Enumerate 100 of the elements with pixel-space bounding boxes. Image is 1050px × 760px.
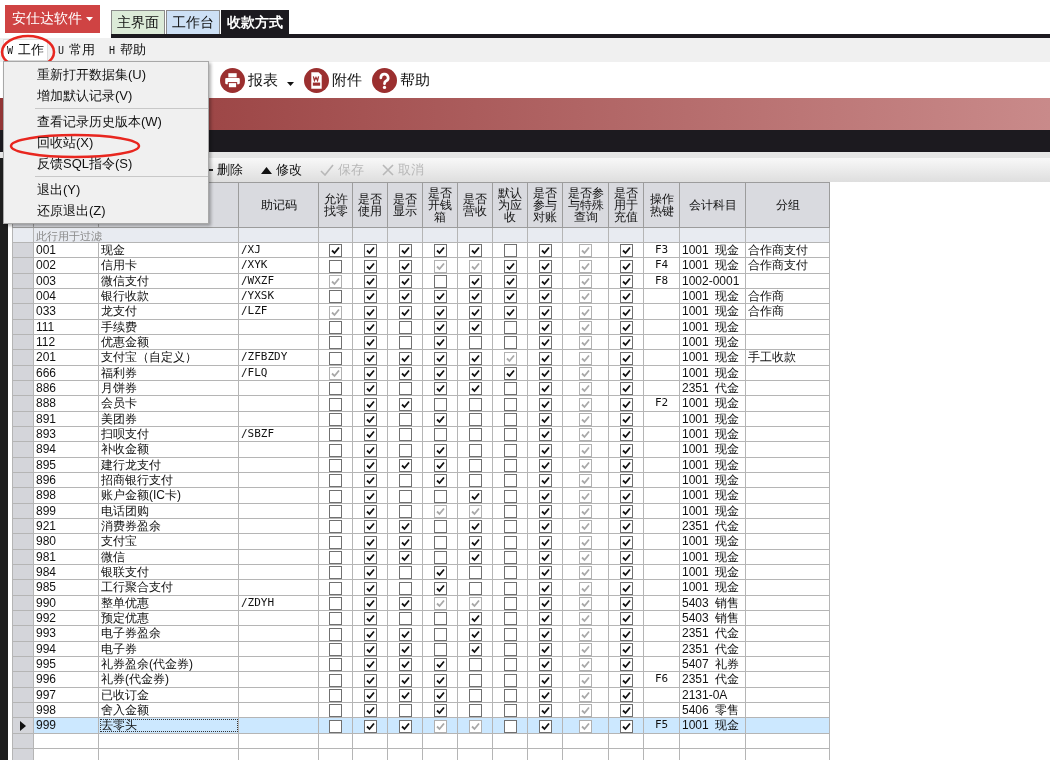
- checkbox[interactable]: [329, 642, 342, 656]
- checkbox[interactable]: [329, 535, 342, 549]
- checkbox[interactable]: [398, 612, 412, 625]
- checkbox[interactable]: [538, 489, 552, 503]
- checkbox[interactable]: [398, 566, 412, 579]
- checkbox[interactable]: [433, 397, 447, 411]
- menu-item[interactable]: 回收站(X): [4, 132, 208, 153]
- checkbox[interactable]: [433, 504, 447, 518]
- checkbox[interactable]: [468, 704, 482, 717]
- checkbox[interactable]: [433, 458, 447, 472]
- checkbox[interactable]: [579, 673, 592, 686]
- checkbox[interactable]: [619, 535, 633, 549]
- checkbox[interactable]: [433, 627, 447, 640]
- checkbox[interactable]: [329, 627, 342, 640]
- checkbox[interactable]: [433, 443, 447, 457]
- checkbox[interactable]: [329, 290, 342, 303]
- checkbox[interactable]: [433, 489, 447, 503]
- checkbox[interactable]: [579, 581, 592, 595]
- checkbox[interactable]: [468, 443, 482, 457]
- table-row[interactable]: 985 工行聚合支付 1001 现金: [12, 579, 830, 596]
- checkbox[interactable]: [363, 504, 377, 518]
- checkbox[interactable]: [329, 489, 342, 503]
- checkbox[interactable]: [329, 351, 342, 365]
- checkbox[interactable]: [363, 612, 377, 625]
- checkbox[interactable]: [503, 642, 517, 656]
- checkbox[interactable]: [619, 397, 633, 411]
- checkbox[interactable]: [433, 581, 447, 595]
- checkbox[interactable]: [503, 704, 517, 717]
- checkbox[interactable]: [538, 566, 552, 579]
- column-header[interactable]: 是否用于充值: [608, 182, 644, 228]
- checkbox[interactable]: [503, 673, 517, 686]
- checkbox[interactable]: [579, 412, 592, 426]
- checkbox[interactable]: [363, 366, 377, 380]
- checkbox[interactable]: [398, 642, 412, 656]
- checkbox[interactable]: [619, 581, 633, 595]
- checkbox[interactable]: [363, 290, 377, 303]
- checkbox[interactable]: [579, 627, 592, 640]
- checkbox[interactable]: [398, 520, 412, 533]
- checkbox[interactable]: [363, 244, 377, 257]
- table-row[interactable]: 993 电子券盈余 2351 代金: [12, 625, 830, 642]
- checkbox[interactable]: [619, 351, 633, 365]
- checkbox[interactable]: [433, 336, 447, 349]
- checkbox[interactable]: [468, 244, 482, 257]
- checkbox[interactable]: [468, 504, 482, 518]
- checkbox[interactable]: [363, 458, 377, 472]
- checkbox[interactable]: [363, 596, 377, 610]
- checkbox[interactable]: [398, 504, 412, 518]
- checkbox[interactable]: [538, 259, 552, 273]
- checkbox[interactable]: [433, 259, 447, 273]
- checkbox[interactable]: [468, 596, 482, 610]
- checkbox[interactable]: [329, 719, 342, 732]
- checkbox[interactable]: [468, 351, 482, 365]
- checkbox[interactable]: [398, 382, 412, 395]
- checkbox[interactable]: [619, 489, 633, 503]
- table-row[interactable]: 899 电话团购 1001 现金: [12, 503, 830, 519]
- checkbox[interactable]: [433, 244, 447, 257]
- checkbox[interactable]: [579, 428, 592, 441]
- checkbox[interactable]: [329, 366, 342, 380]
- checkbox[interactable]: [619, 719, 633, 732]
- checkbox[interactable]: [398, 673, 412, 686]
- checkbox[interactable]: [363, 719, 377, 732]
- checkbox[interactable]: [619, 366, 633, 380]
- checkbox[interactable]: [398, 336, 412, 349]
- toolbar-button[interactable]: 附件: [304, 67, 362, 93]
- checkbox[interactable]: [329, 412, 342, 426]
- checkbox[interactable]: [619, 673, 633, 686]
- column-header[interactable]: 操作热键: [643, 182, 680, 228]
- checkbox[interactable]: [579, 520, 592, 533]
- checkbox[interactable]: [619, 596, 633, 610]
- checkbox[interactable]: [579, 290, 592, 303]
- checkbox[interactable]: [468, 566, 482, 579]
- checkbox[interactable]: [619, 704, 633, 717]
- checkbox[interactable]: [433, 719, 447, 732]
- tab[interactable]: 收款方式: [221, 10, 289, 34]
- checkbox[interactable]: [538, 704, 552, 717]
- checkbox[interactable]: [619, 259, 633, 273]
- menu-item[interactable]: 反馈SQL指令(S): [4, 153, 208, 174]
- checkbox[interactable]: [363, 520, 377, 533]
- checkbox[interactable]: [433, 428, 447, 441]
- menu-item[interactable]: 重新打开数据集(U): [4, 64, 208, 85]
- checkbox[interactable]: [398, 550, 412, 564]
- checkbox[interactable]: [468, 719, 482, 732]
- table-row[interactable]: 886 月饼券 2351 代金: [12, 380, 830, 396]
- checkbox[interactable]: [433, 320, 447, 334]
- column-header[interactable]: 是否开钱箱: [422, 182, 458, 228]
- checkbox[interactable]: [538, 581, 552, 595]
- checkbox[interactable]: [433, 535, 447, 549]
- checkbox[interactable]: [398, 443, 412, 457]
- checkbox[interactable]: [503, 428, 517, 441]
- table-row[interactable]: 980 支付宝 1001 现金: [12, 533, 830, 550]
- checkbox[interactable]: [579, 458, 592, 472]
- checkbox[interactable]: [619, 566, 633, 579]
- checkbox[interactable]: [468, 658, 482, 671]
- table-row[interactable]: 898 账户金额(IC卡) 1001 现金: [12, 487, 830, 504]
- checkbox[interactable]: [363, 658, 377, 671]
- checkbox[interactable]: [329, 458, 342, 472]
- table-row[interactable]: 997 已收订金 2131-0A: [12, 687, 830, 703]
- checkbox[interactable]: [538, 305, 552, 319]
- checkbox[interactable]: [503, 719, 517, 732]
- menu-item[interactable]: 增加默认记录(V): [4, 85, 208, 106]
